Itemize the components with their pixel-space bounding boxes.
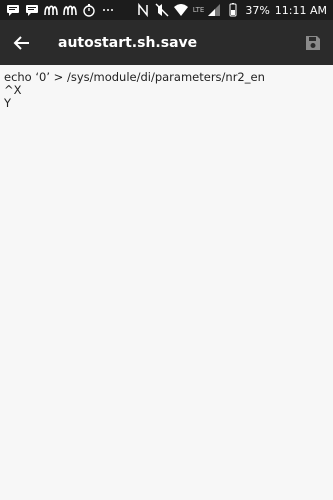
- stopwatch-icon: [82, 3, 96, 17]
- mcdonalds-icon: [63, 3, 77, 17]
- save-button[interactable]: [293, 20, 333, 65]
- status-left-icons: [6, 3, 115, 17]
- wifi-icon: [173, 3, 188, 17]
- message-icon: [6, 3, 20, 17]
- editor-line: ^X: [4, 83, 22, 97]
- page-title: autostart.sh.save: [58, 34, 198, 51]
- more-icon: [101, 3, 115, 17]
- signal-icon: [207, 3, 221, 17]
- back-button[interactable]: [0, 20, 44, 65]
- battery-icon: [226, 3, 240, 17]
- status-clock: 11:11 AM: [274, 3, 327, 17]
- status-right-icons: LTE 37% 11:11 AM: [136, 3, 327, 17]
- text-editor-area[interactable]: echo ‘0’ > /sys/module/di/parameters/nr2…: [0, 65, 333, 500]
- app-bar: autostart.sh.save: [0, 20, 333, 65]
- floppy-save-icon: [305, 35, 321, 51]
- editor-line: echo ‘0’ > /sys/module/di/parameters/nr2…: [4, 70, 265, 84]
- mute-icon: [155, 3, 169, 17]
- arrow-back-icon: [13, 34, 31, 52]
- battery-percent: 37%: [245, 3, 270, 17]
- nfc-icon: [136, 3, 150, 17]
- status-bar: LTE 37% 11:11 AM: [0, 0, 333, 20]
- editor-line: Y: [4, 96, 12, 110]
- message-icon: [25, 3, 39, 17]
- mcdonalds-icon: [44, 3, 58, 17]
- network-type-label: LTE: [192, 6, 205, 14]
